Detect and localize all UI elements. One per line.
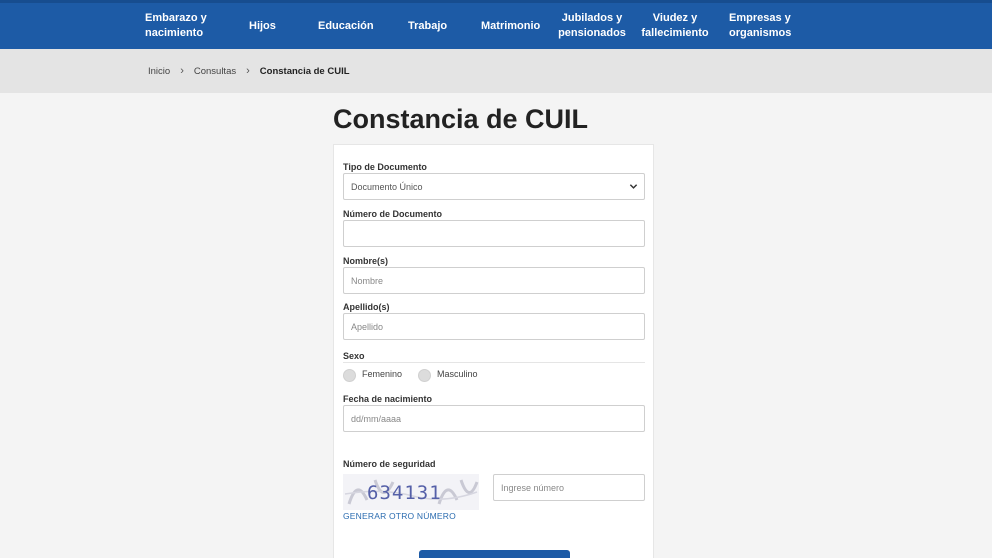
tipo-documento-select[interactable]: Documento Único bbox=[343, 173, 645, 200]
fecha-nacimiento-input[interactable]: dd/mm/aaaa bbox=[343, 405, 645, 432]
tipo-documento-value: Documento Único bbox=[351, 181, 423, 192]
top-nav-bar: Embarazo y nacimiento Hijos Educación Tr… bbox=[0, 0, 992, 49]
breadcrumb: Inicio › Consultas › Constancia de CUIL bbox=[148, 49, 350, 93]
numero-documento-input[interactable] bbox=[343, 220, 645, 247]
breadcrumb-separator-icon: › bbox=[246, 65, 250, 77]
sexo-femenino-label: Femenino bbox=[362, 369, 403, 379]
sexo-masculino-radio[interactable] bbox=[418, 369, 431, 382]
apellidos-label: Apellido(s) bbox=[343, 302, 390, 312]
nav-item-matrimonio[interactable]: Matrimonio bbox=[481, 3, 540, 49]
tipo-documento-label: Tipo de Documento bbox=[343, 162, 427, 172]
breadcrumb-separator-icon: › bbox=[180, 65, 184, 77]
captcha-input[interactable]: Ingrese número bbox=[493, 474, 645, 501]
captcha-image: 634131 bbox=[343, 474, 479, 510]
nav-item-empresas[interactable]: Empresas y organismos bbox=[729, 3, 793, 49]
nav-item-viudez[interactable]: Viudez y fallecimiento bbox=[640, 3, 710, 49]
cuil-form: Tipo de Documento Documento Único Número… bbox=[333, 144, 654, 558]
sexo-label: Sexo bbox=[343, 351, 365, 361]
breadcrumb-inicio[interactable]: Inicio bbox=[148, 66, 170, 77]
nav-item-jubilados[interactable]: Jubilados y pensionados bbox=[557, 3, 627, 49]
fecha-nacimiento-label: Fecha de nacimiento bbox=[343, 394, 433, 404]
sexo-masculino-label: Masculino bbox=[437, 369, 478, 379]
sexo-divider bbox=[343, 362, 645, 363]
apellidos-input[interactable]: Apellido bbox=[343, 313, 645, 340]
breadcrumb-current: Constancia de CUIL bbox=[259, 65, 350, 77]
nombres-input[interactable]: Nombre bbox=[343, 267, 645, 294]
nav-item-embarazo[interactable]: Embarazo y nacimiento bbox=[145, 3, 217, 49]
page-title: Constancia de CUIL bbox=[333, 104, 589, 134]
nombres-label: Nombre(s) bbox=[343, 256, 389, 266]
submit-button[interactable] bbox=[419, 550, 570, 558]
nav-item-trabajo[interactable]: Trabajo bbox=[408, 3, 447, 49]
breadcrumb-bar: Inicio › Consultas › Constancia de CUIL bbox=[0, 49, 992, 93]
regenerate-captcha-link[interactable]: GENERAR OTRO NÚMERO bbox=[343, 511, 456, 521]
nav-item-hijos[interactable]: Hijos bbox=[249, 3, 276, 49]
numero-documento-label: Número de Documento bbox=[343, 209, 443, 219]
captcha-text: 634131 bbox=[367, 482, 442, 504]
sexo-femenino-radio[interactable] bbox=[343, 369, 356, 382]
seguridad-label: Número de seguridad bbox=[343, 459, 436, 469]
chevron-down-icon bbox=[629, 184, 638, 189]
nav-item-educacion[interactable]: Educación bbox=[318, 3, 374, 49]
breadcrumb-consultas[interactable]: Consultas bbox=[194, 66, 236, 77]
